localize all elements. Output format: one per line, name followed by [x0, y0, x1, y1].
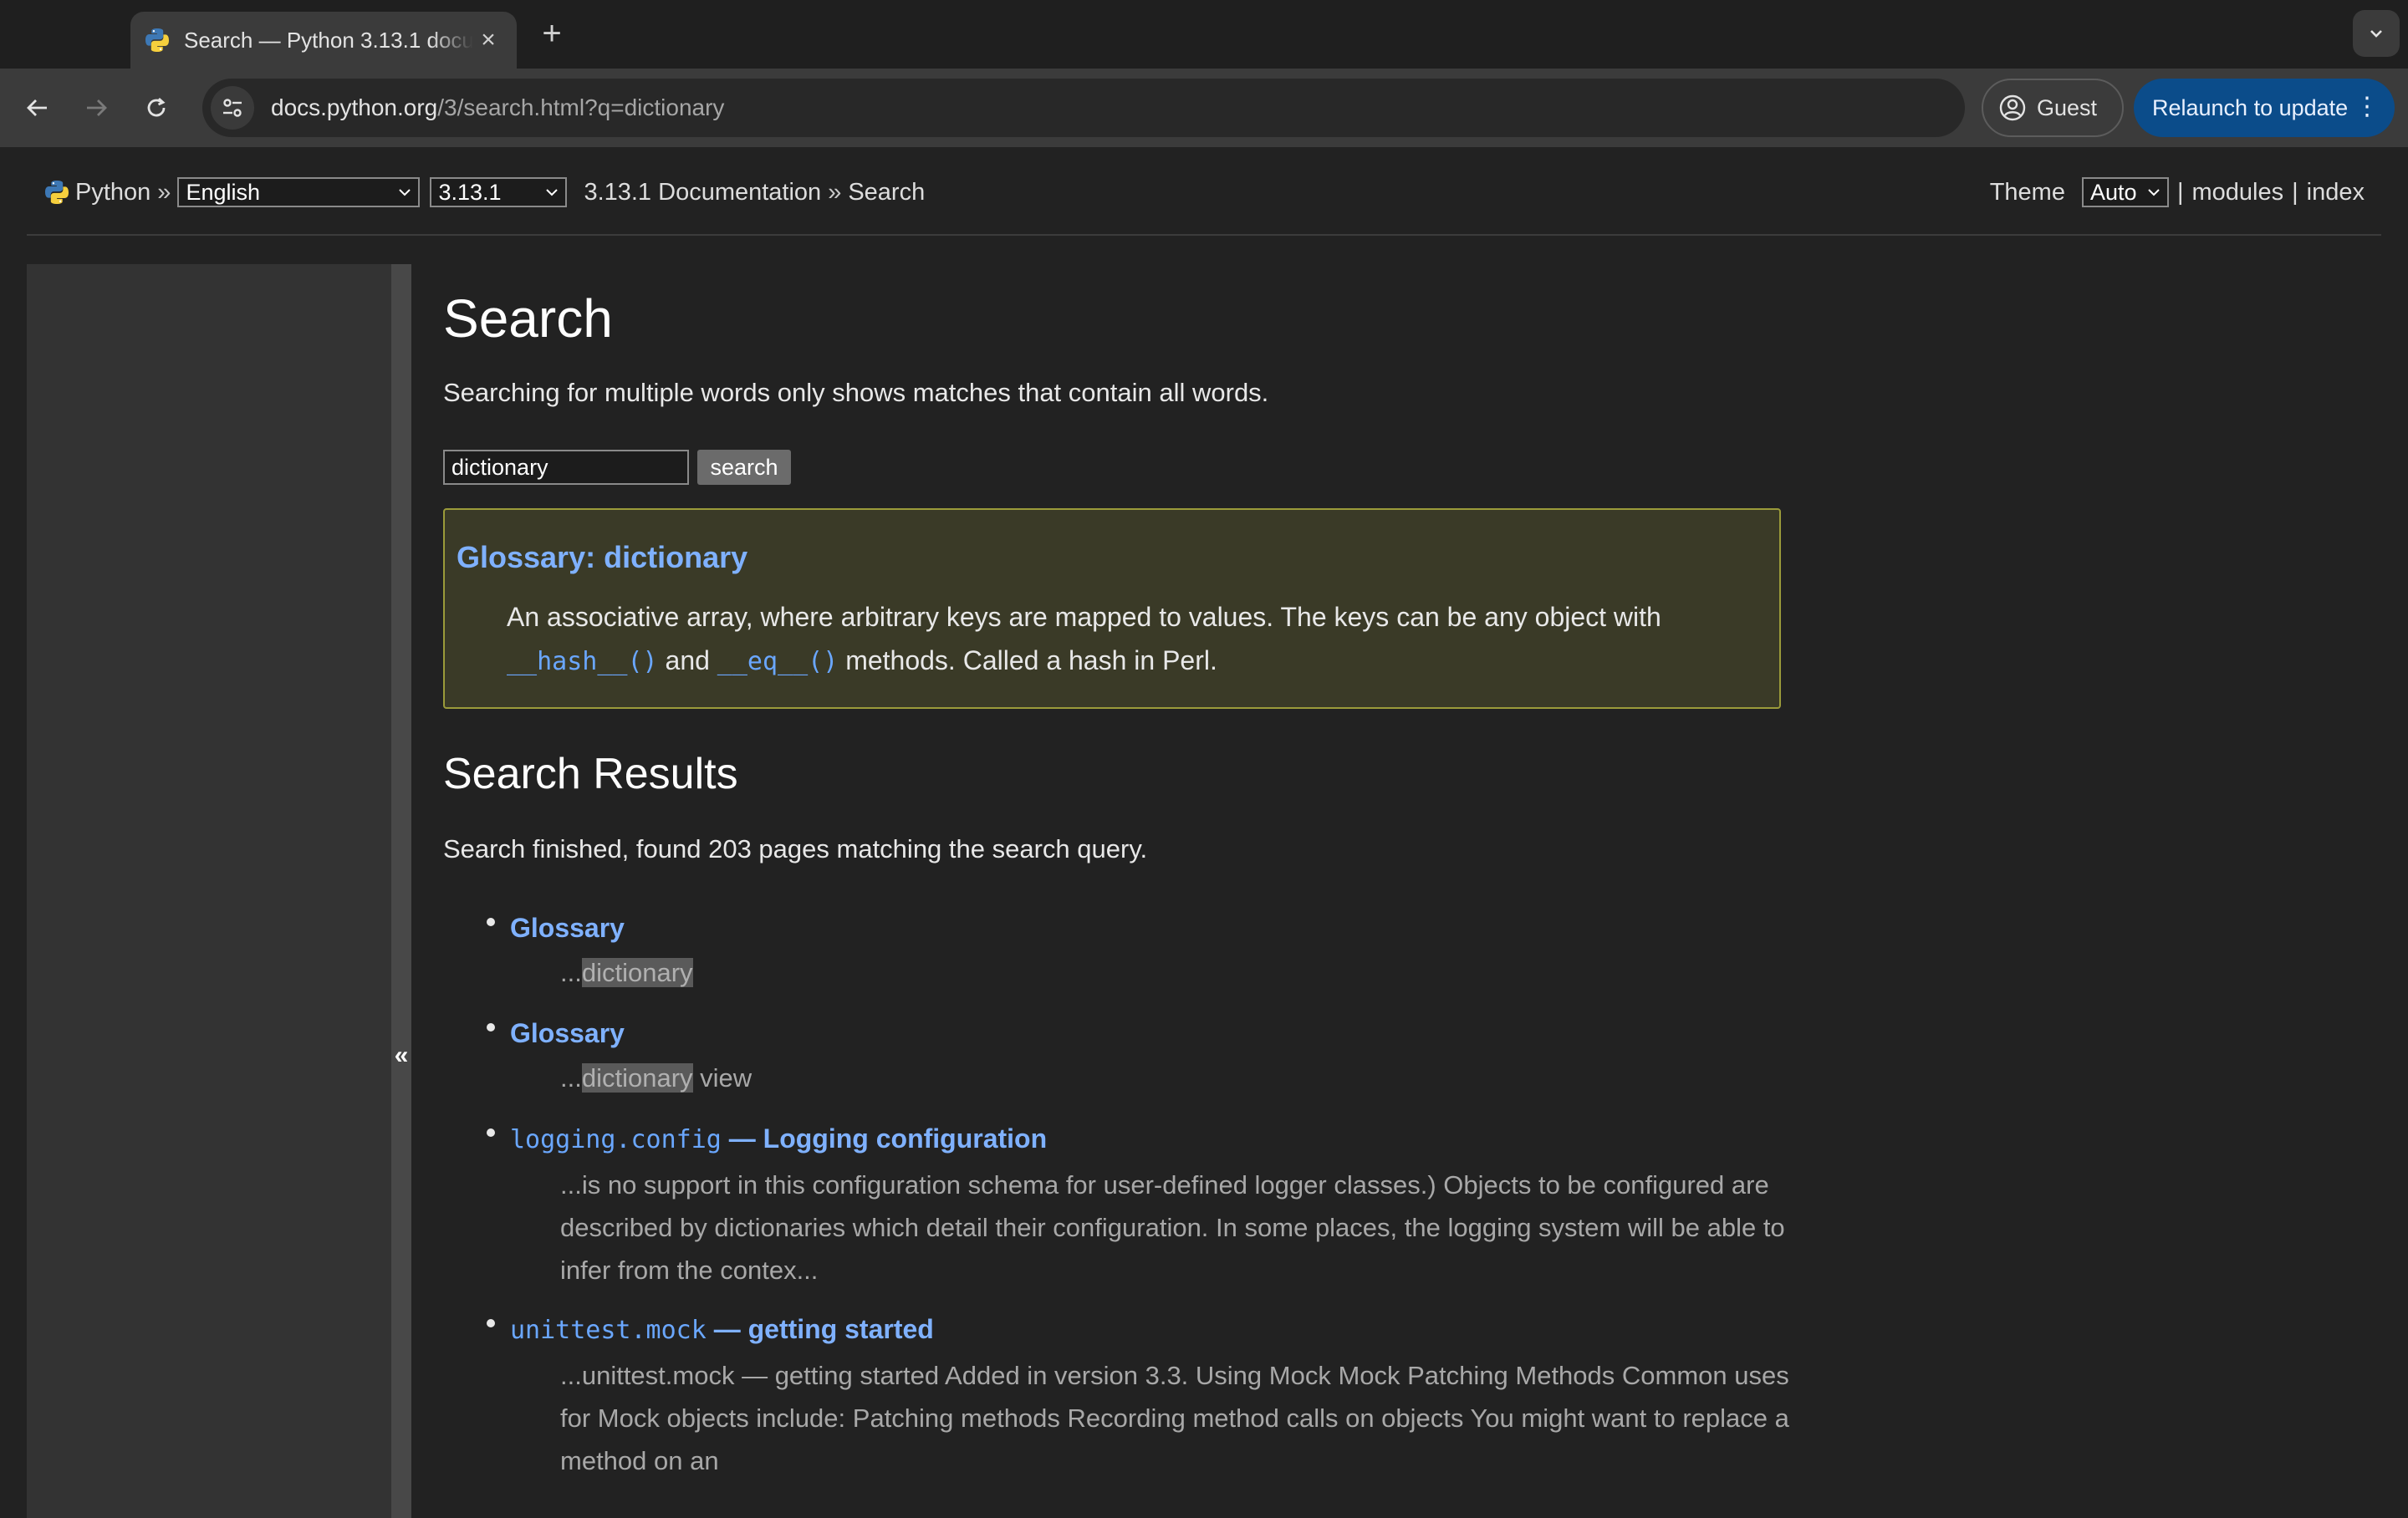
double-chevron-left-icon: « — [394, 1042, 409, 1069]
back-button[interactable] — [17, 87, 59, 129]
chevron-down-icon — [399, 189, 411, 196]
relaunch-button[interactable]: Relaunch to update ⋮ — [2134, 79, 2395, 137]
result-title-text: — Logging configuration — [721, 1123, 1048, 1154]
list-bullet — [487, 1128, 495, 1137]
results-heading: Search Results — [443, 750, 738, 798]
list-bullet — [487, 1319, 495, 1327]
results-status: Search finished, found 203 pages matchin… — [443, 834, 1148, 863]
breadcrumb-current: Search — [848, 178, 926, 206]
result-title-link[interactable]: unittest.mock — getting started — [510, 1306, 1781, 1354]
result-title-code: logging.config — [510, 1125, 722, 1154]
reload-icon — [147, 97, 166, 117]
python-logo-icon — [45, 181, 69, 204]
glossary-definition: An associative array, where arbitrary ke… — [507, 595, 1744, 684]
chevron-down-icon — [2148, 189, 2160, 196]
sidebar — [27, 264, 391, 1518]
list-item: unittest.mock — getting started ...unitt… — [443, 1306, 1789, 1482]
index-link[interactable]: index — [2307, 179, 2365, 206]
site-info-button[interactable] — [211, 86, 254, 130]
hash-method-link[interactable]: __hash__() — [507, 647, 658, 676]
account-circle-icon — [1999, 94, 2026, 121]
language-select[interactable]: English — [177, 177, 421, 207]
glossary-text-part: An associative array, where arbitrary ke… — [507, 602, 1661, 632]
related-nav-bar: Python » English 3.13.1 3.13.1 Documenta… — [27, 171, 2381, 214]
snippet-text: ... — [560, 958, 582, 987]
url-text: docs.python.org/3/search.html?q=dictiona… — [271, 94, 724, 121]
result-snippet: ...dictionary view — [510, 1057, 1798, 1099]
results-list: Glossary ...dictionary Glossary ...dicti… — [443, 904, 1789, 1482]
breadcrumb-separator: » — [828, 178, 842, 206]
result-title-link[interactable]: logging.config — Logging configuration — [510, 1115, 1781, 1164]
header-divider — [27, 234, 2381, 236]
result-title-link[interactable]: Glossary — [510, 904, 1781, 951]
documentation-link[interactable]: 3.13.1 Documentation — [584, 179, 821, 206]
result-snippet: ...is no support in this configuration s… — [560, 1170, 1785, 1285]
search-highlight: dictionary — [581, 958, 693, 987]
search-input[interactable] — [443, 450, 689, 485]
search-form: search — [443, 450, 791, 485]
tab-search-button[interactable] — [2353, 10, 2400, 57]
result-snippet: ...unittest.mock — getting started Added… — [560, 1361, 1789, 1475]
glossary-title-link[interactable]: Glossary: dictionary — [457, 540, 747, 575]
theme-value: Auto — [2089, 179, 2137, 205]
list-item: Glossary ...dictionary — [443, 904, 1781, 1010]
tune-icon — [223, 99, 242, 117]
result-title-code: unittest.mock — [510, 1316, 707, 1345]
browser-toolbar: docs.python.org/3/search.html?q=dictiona… — [0, 69, 2408, 147]
page-title: Search — [443, 288, 613, 349]
nav-divider: | — [2292, 178, 2298, 206]
python-logo-icon — [145, 28, 169, 52]
language-value: English — [186, 179, 260, 205]
more-vert-icon[interactable]: ⋮ — [2354, 92, 2380, 122]
python-home-link[interactable]: Python — [75, 179, 150, 206]
theme-select[interactable]: Auto — [2081, 177, 2169, 207]
eq-method-link[interactable]: __eq__() — [717, 647, 839, 676]
result-title-link[interactable]: Glossary — [510, 1010, 1781, 1057]
nav-divider: | — [2176, 178, 2184, 206]
forward-button[interactable] — [75, 87, 117, 129]
modules-link[interactable]: modules — [2192, 179, 2284, 206]
snippet-text: ... — [560, 1063, 582, 1093]
arrow-left-icon — [27, 99, 47, 116]
reload-button[interactable] — [135, 87, 177, 129]
address-bar[interactable]: docs.python.org/3/search.html?q=dictiona… — [202, 79, 1965, 137]
list-item: logging.config — Logging configuration .… — [443, 1115, 1785, 1306]
version-select[interactable]: 3.13.1 — [430, 177, 568, 207]
new-tab-button[interactable]: + — [535, 17, 569, 50]
active-tab[interactable]: Search — Python 3.13.1 documentation × — [130, 12, 517, 69]
page: Python » English 3.13.1 3.13.1 Documenta… — [0, 147, 2408, 1518]
list-bullet — [487, 1023, 495, 1032]
chevron-down-icon — [2370, 30, 2382, 38]
url-host: docs.python.org — [271, 94, 438, 120]
arrow-right-icon — [87, 99, 107, 116]
list-item: Glossary ...dictionary view — [443, 1010, 1781, 1115]
tab-title: Search — Python 3.13.1 documentation — [184, 27, 473, 53]
theme-label: Theme — [1989, 178, 2065, 206]
breadcrumb-separator: » — [157, 178, 171, 206]
url-path: /3/search.html?q=dictionary — [437, 94, 725, 120]
glossary-text-part: and — [665, 645, 710, 675]
right-nav: Theme Auto | modules | index — [1990, 171, 2365, 214]
search-button[interactable]: search — [697, 450, 791, 485]
search-note: Searching for multiple words only shows … — [443, 378, 1269, 407]
tab-close-icon[interactable]: × — [473, 25, 503, 55]
chevron-down-icon — [546, 189, 559, 196]
snippet-text: view — [692, 1063, 752, 1093]
profile-guest-button[interactable]: Guest — [1982, 79, 2124, 137]
sidebar-collapse-button[interactable]: « — [391, 264, 411, 1518]
glossary-callout: Glossary: dictionary An associative arra… — [443, 508, 1781, 709]
version-value: 3.13.1 — [438, 179, 502, 205]
list-bullet — [487, 918, 495, 926]
result-snippet: ...dictionary — [510, 951, 1798, 994]
glossary-text-part: methods. Called a hash in Perl. — [845, 645, 1217, 675]
relaunch-label: Relaunch to update — [2152, 94, 2349, 120]
tab-strip: Search — Python 3.13.1 documentation × + — [0, 0, 2408, 69]
search-highlight: dictionary — [581, 1063, 693, 1093]
guest-label: Guest — [2037, 94, 2098, 120]
result-title-text: — getting started — [706, 1314, 934, 1344]
